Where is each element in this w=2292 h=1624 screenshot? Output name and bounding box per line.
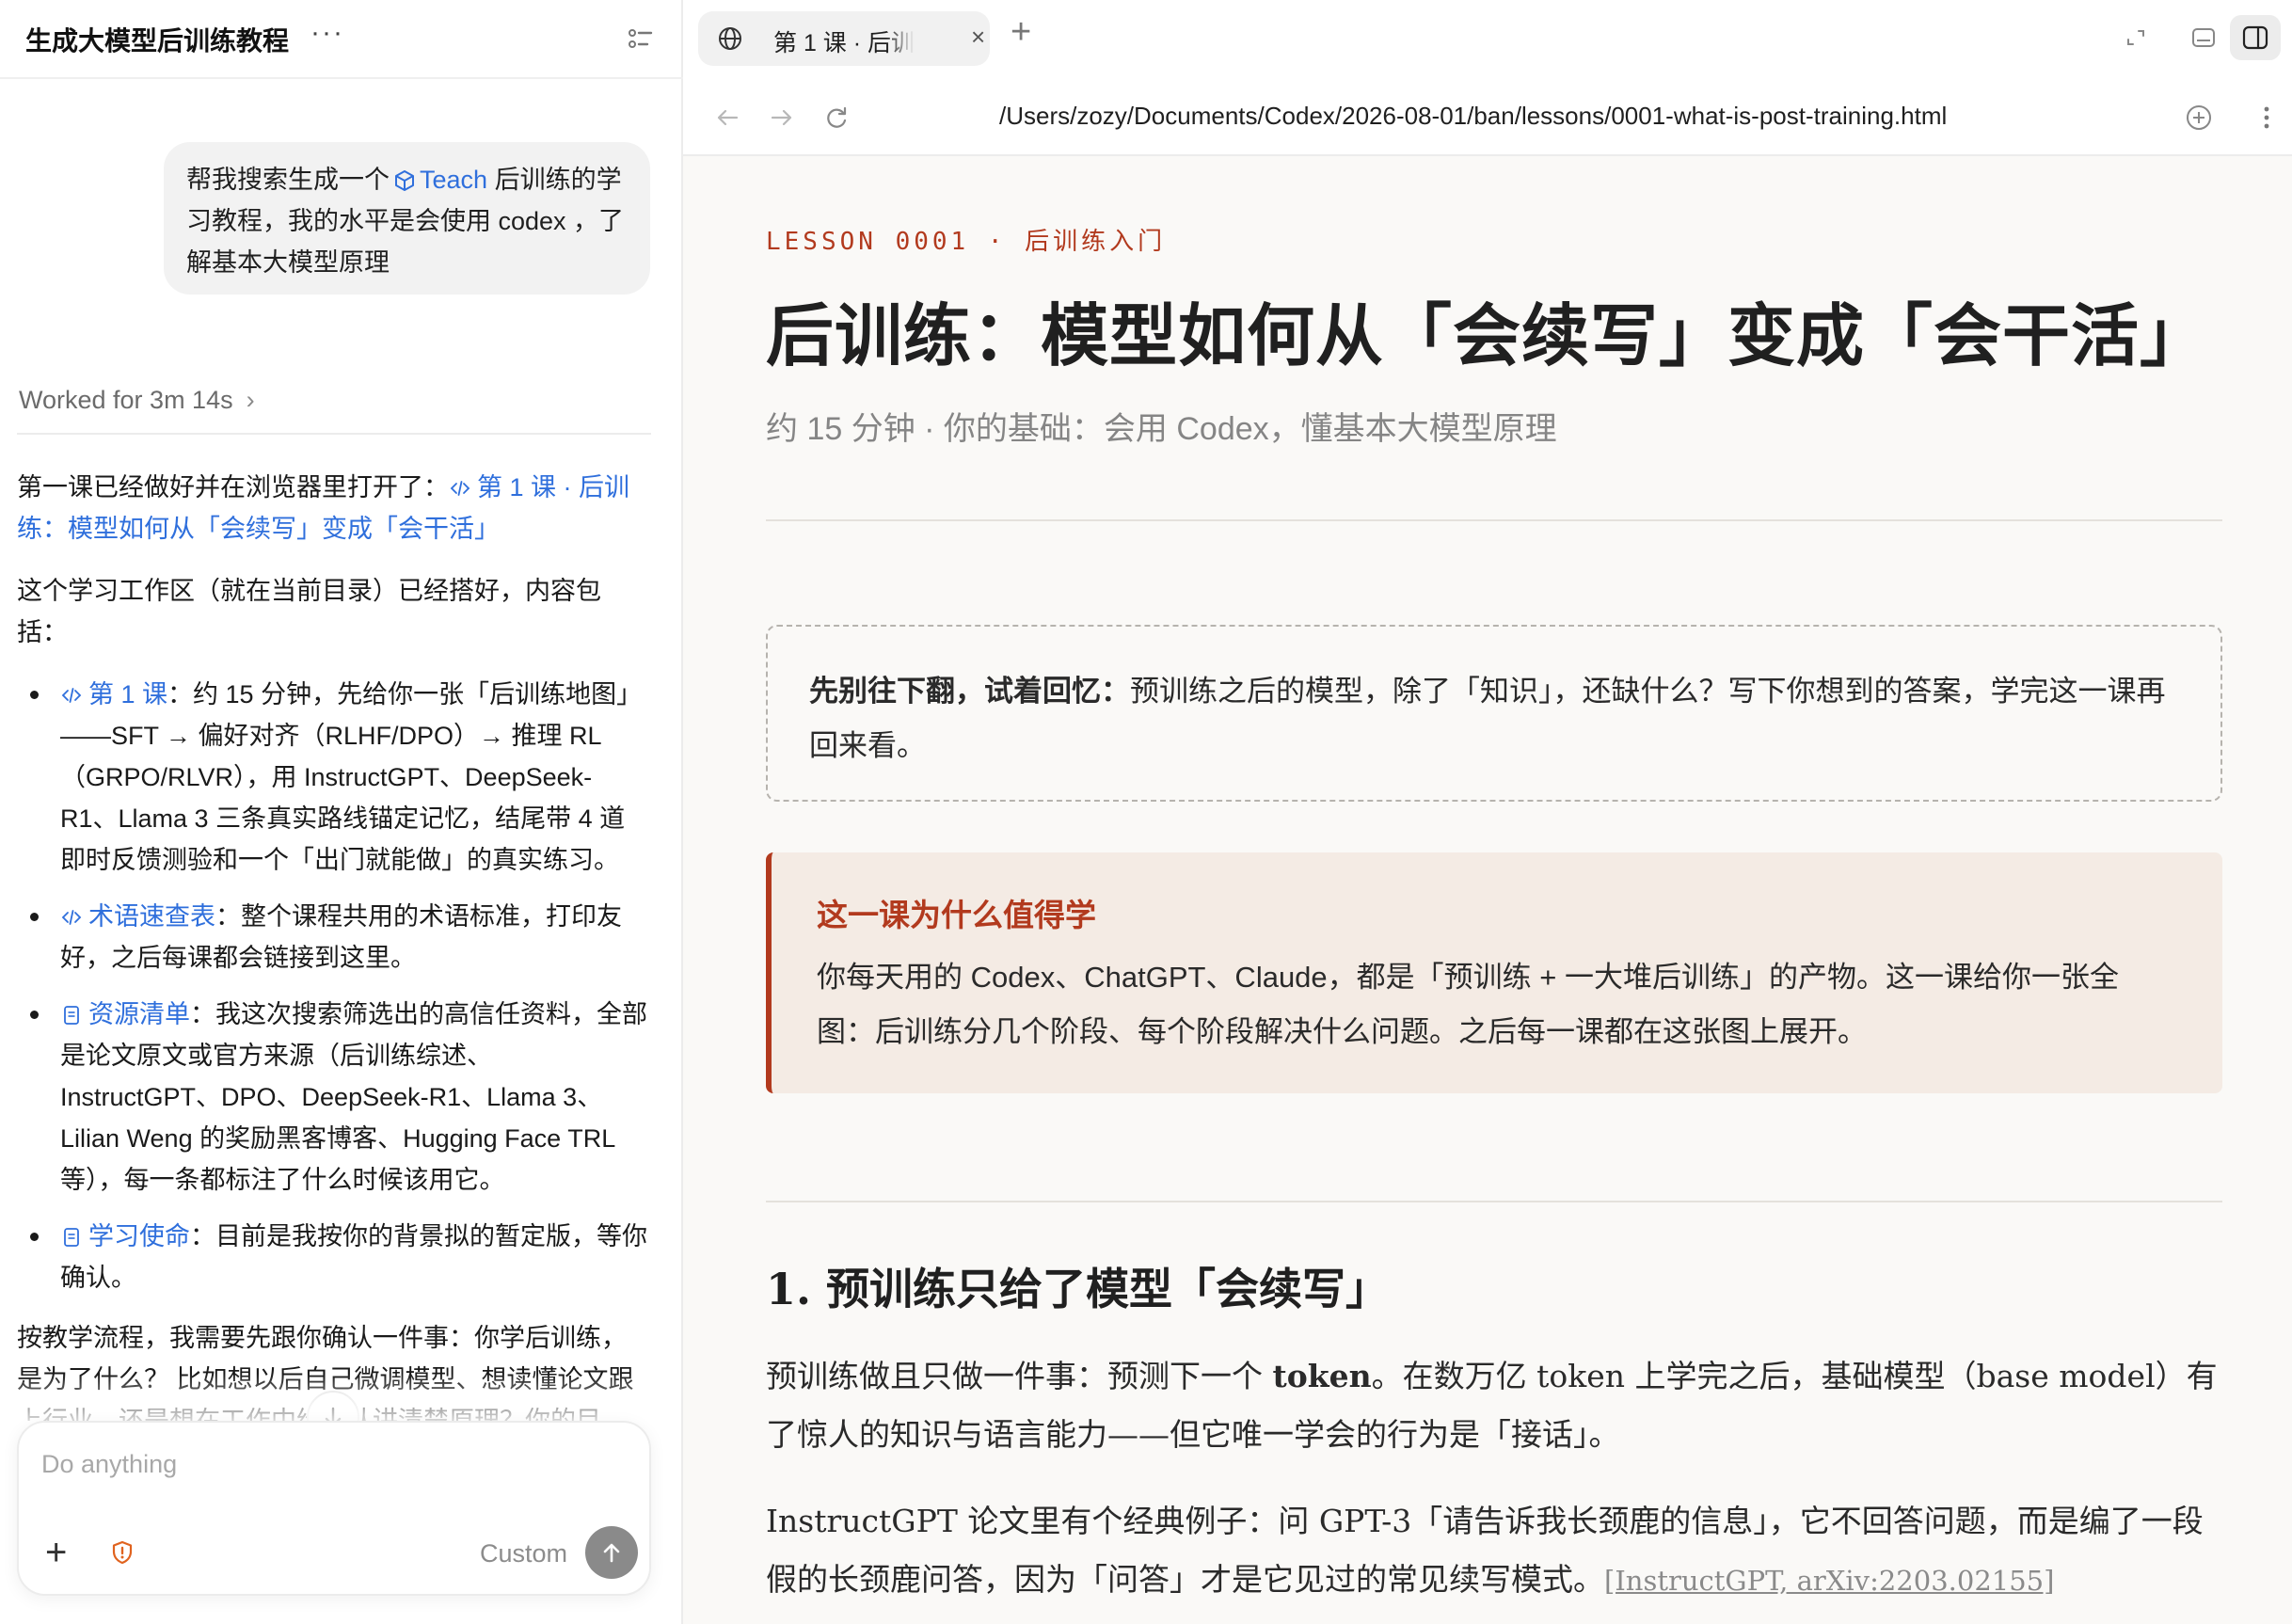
forward-arrow-icon[interactable]: [766, 102, 798, 134]
lesson-title: 后训练：模型如何从「会续写」变成「会干活」: [766, 295, 2209, 375]
recall-bold: 先别往下翻，试着回忆：: [809, 675, 1130, 708]
resources-link[interactable]: 资源清单: [60, 1000, 190, 1028]
cube-icon: [395, 170, 414, 191]
reload-icon[interactable]: [820, 102, 852, 134]
send-button[interactable]: [585, 1526, 638, 1579]
lesson-eyebrow: LESSON 0001 · 后训练入门: [766, 228, 1167, 256]
code-icon: [450, 481, 470, 496]
p1-before: 预训练做且只做一件事：预测下一个: [766, 1358, 1273, 1394]
composer: + Custom: [17, 1421, 651, 1596]
more-vertical-icon[interactable]: [2251, 102, 2283, 134]
chat-header: 生成大模型后训练教程 ···: [0, 0, 683, 79]
close-icon[interactable]: ×: [971, 23, 985, 52]
why-title: 这一课为什么值得学: [817, 898, 1096, 932]
lesson-page[interactable]: LESSON 0001 · 后训练入门 后训练：模型如何从「会续写」变成「会干活…: [683, 158, 2292, 1624]
item-text: ：我这次搜索筛选出的高信任资料，全部是论文原文或官方来源（后训练综述、Instr…: [60, 1000, 647, 1194]
new-tab-button[interactable]: +: [1011, 13, 1031, 51]
user-message-bubble: 帮我搜索生成一个 Teach 后训练的学习教程，我的水平是会使用 codex ，了…: [164, 142, 650, 295]
paragraph-pretraining: 预训练做且只做一件事：预测下一个 token。在数万亿 token 上学完之后，…: [766, 1347, 2230, 1464]
list-item: 第 1 课：约 15 分钟，先给你一张「后训练地图」——SFT → 偏好对齐（R…: [17, 674, 649, 881]
lesson-subtitle: 约 15 分钟 · 你的基础：会用 Codex，懂基本大模型原理: [766, 411, 1557, 447]
list-item: 资源清单：我这次搜索筛选出的高信任资料，全部是论文原文或官方来源（后训练综述、I…: [17, 994, 649, 1201]
item-text: ：约 15 分钟，先给你一张「后训练地图」——SFT → 偏好对齐（RLHF/D…: [60, 680, 643, 874]
globe-icon: [719, 27, 741, 50]
back-arrow-icon[interactable]: [711, 102, 743, 134]
sidebar-toggle-icon[interactable]: [2230, 15, 2281, 60]
more-options-button[interactable]: ···: [310, 17, 344, 49]
workspace-text: 这个学习工作区（就在当前目录）已经搭好，内容包括：: [17, 577, 601, 646]
intro-text: 第一课已经做好并在浏览器里打开了：: [17, 473, 449, 502]
arrow-up-icon: [603, 1543, 620, 1563]
document-icon: [64, 1228, 79, 1247]
divider: [17, 433, 651, 435]
lesson-1-item-link[interactable]: 第 1 课: [60, 680, 167, 709]
teach-mention-label: Teach: [420, 166, 488, 194]
worked-duration-label: Worked for 3m 14s: [19, 386, 233, 414]
item-link-label: 资源清单: [88, 1000, 190, 1028]
shield-warning-icon[interactable]: [109, 1539, 135, 1566]
worked-duration-toggle[interactable]: Worked for 3m 14s ›: [19, 386, 255, 415]
item-link-label: 术语速查表: [88, 902, 215, 931]
glossary-link[interactable]: 术语速查表: [60, 902, 215, 931]
conversation-title: 生成大模型后训练教程: [25, 26, 290, 56]
teach-mention[interactable]: Teach: [390, 166, 487, 194]
recall-prompt-box: 先别往下翻，试着回忆：预训练之后的模型，除了「知识」，还缺什么？写下你想到的答案…: [766, 625, 2222, 802]
code-icon: [61, 910, 82, 925]
chat-panel: 生成大模型后训练教程 ··· 帮我搜索生成一个 Teach 后训练的学习教程，我的…: [0, 0, 683, 1624]
tab-lesson-1[interactable]: 第 1 课 · 后训练：模型如何从「会续写」变成「会干活」 ×: [698, 11, 990, 66]
user-message-before: 帮我搜索生成一个: [186, 166, 390, 194]
item-link-label: 学习使命: [88, 1222, 190, 1250]
p1-token: token: [1272, 1358, 1372, 1394]
prompt-input[interactable]: [41, 1445, 625, 1483]
message-intro: 第一课已经做好并在浏览器里打开了：第 1 课 · 后训练：模型如何从「会续写」变…: [17, 467, 649, 549]
divider: [766, 1201, 2222, 1202]
assistant-message: 第一课已经做好并在浏览器里打开了：第 1 课 · 后训练：模型如何从「会续写」变…: [17, 467, 649, 1421]
list-view-icon[interactable]: [627, 24, 655, 53]
document-icon: [64, 1006, 79, 1025]
why-body: 你每天用的 Codex、ChatGPT、Claude，都是「预训练 + 一大堆后…: [817, 961, 2119, 1048]
expand-icon[interactable]: [2117, 19, 2155, 56]
chat-scroll-area[interactable]: 帮我搜索生成一个 Teach 后训练的学习教程，我的水平是会使用 codex ，了…: [0, 81, 681, 1421]
list-item: 学习使命：目前是我按你的背景拟的暂定版，等你确认。: [17, 1216, 649, 1298]
why-callout: 这一课为什么值得学 你每天用的 Codex、ChatGPT、Claude，都是「…: [766, 852, 2222, 1093]
chevron-right-icon: ›: [246, 386, 255, 414]
divider: [766, 519, 2222, 521]
minimize-panel-icon[interactable]: [2185, 19, 2222, 56]
list-item: 术语速查表：整个课程共用的术语标准，打印友好，之后每课都会链接到这里。: [17, 896, 649, 979]
url-field[interactable]: /Users/zozy/Documents/Codex/2026-08-01/b…: [999, 102, 1947, 131]
model-selector[interactable]: Custom: [480, 1539, 567, 1568]
address-bar: /Users/zozy/Documents/Codex/2026-08-01/b…: [683, 79, 2292, 156]
browser-panel: 第 1 课 · 后训练：模型如何从「会续写」变成「会干活」 × + /Users…: [683, 0, 2292, 1624]
item-link-label: 第 1 课: [88, 680, 168, 709]
section-1-heading: 1. 预训练只给了模型「会续写」: [766, 1264, 1390, 1314]
learning-mission-link[interactable]: 学习使命: [60, 1222, 190, 1250]
add-comment-icon[interactable]: [2183, 102, 2215, 134]
workspace-list: 第 1 课：约 15 分钟，先给你一张「后训练地图」——SFT → 偏好对齐（R…: [17, 674, 649, 1298]
tab-title: 第 1 课 · 后训练：模型如何从「会续写」变成「会干活」: [773, 30, 915, 56]
add-attachment-button[interactable]: +: [45, 1534, 67, 1571]
citation-link[interactable]: [InstructGPT, arXiv:2203.02155]: [1604, 1565, 2054, 1597]
tab-bar: 第 1 课 · 后训练：模型如何从「会续写」变成「会干活」 × +: [683, 0, 2292, 79]
code-icon: [61, 688, 82, 703]
paragraph-instructgpt: InstructGPT 论文里有个经典例子：问 GPT-3「请告诉我长颈鹿的信息…: [766, 1492, 2230, 1610]
